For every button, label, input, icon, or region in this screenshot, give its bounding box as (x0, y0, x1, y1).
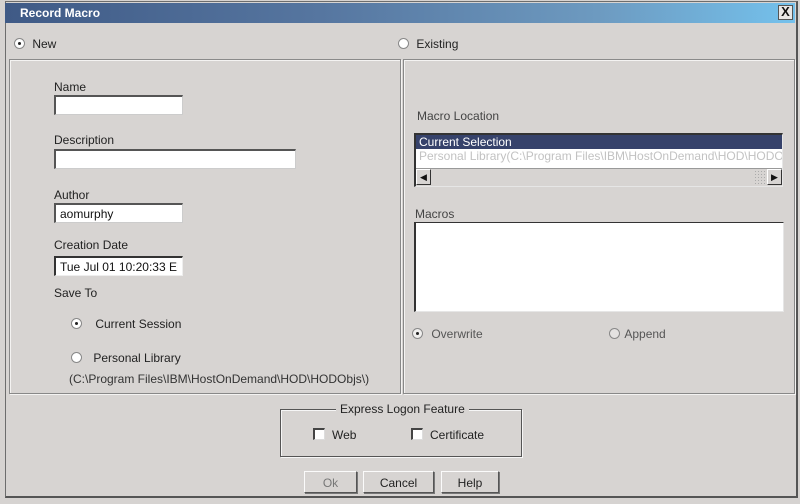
macros-list[interactable] (414, 222, 784, 312)
express-logon-legend: Express Logon Feature (336, 402, 469, 416)
author-input[interactable] (54, 203, 183, 223)
new-radio-option[interactable]: New (14, 36, 56, 51)
personal-library-label: Personal Library (93, 350, 181, 365)
new-radio-label: New (32, 36, 57, 51)
overwrite-label: Overwrite (431, 326, 483, 341)
append-option[interactable]: Append (609, 326, 666, 341)
author-label: Author (54, 188, 90, 202)
creation-date-label: Creation Date (54, 238, 129, 252)
name-label: Name (54, 80, 87, 94)
certificate-label: Certificate (430, 428, 485, 442)
cancel-button[interactable]: Cancel (363, 471, 434, 493)
creation-date-input[interactable] (54, 256, 183, 276)
personal-library-path: (C:\Program Files\IBM\HostOnDemand\HOD\H… (69, 372, 370, 386)
macro-location-item-personal-library[interactable]: Personal Library(C:\Program Files\IBM\Ho… (416, 149, 782, 163)
overwrite-radio[interactable] (412, 328, 423, 340)
current-session-label: Current Session (95, 316, 182, 331)
existing-radio-option[interactable]: Existing (398, 36, 458, 51)
macros-label: Macros (415, 207, 455, 221)
close-icon: X (781, 4, 790, 19)
title-bar[interactable]: Record Macro X (5, 3, 795, 23)
name-input[interactable] (54, 95, 183, 115)
macro-location-label: Macro Location (417, 109, 500, 123)
dialog-title: Record Macro (20, 6, 101, 20)
scroll-right-button[interactable]: ▶ (767, 169, 782, 185)
web-label: Web (332, 428, 357, 442)
save-to-personal-library-option[interactable]: Personal Library (71, 350, 181, 365)
existing-radio[interactable] (398, 38, 409, 50)
certificate-checkbox[interactable] (411, 428, 423, 440)
web-checkbox[interactable] (313, 428, 325, 440)
save-to-label: Save To (54, 286, 98, 300)
overwrite-option[interactable]: Overwrite (412, 326, 483, 341)
append-radio[interactable] (609, 328, 620, 340)
help-button[interactable]: Help (441, 471, 499, 493)
arrow-left-icon: ◀ (420, 172, 427, 182)
ok-button[interactable]: Ok (304, 471, 357, 493)
macro-location-item-current-selection[interactable]: Current Selection (416, 135, 782, 149)
horizontal-scrollbar[interactable]: ◀ ▶ (416, 168, 782, 186)
existing-radio-label: Existing (416, 36, 459, 51)
arrow-right-icon: ▶ (771, 172, 778, 182)
scroll-left-button[interactable]: ◀ (416, 169, 431, 185)
description-label: Description (54, 133, 115, 147)
description-input[interactable] (54, 149, 296, 169)
personal-library-radio[interactable] (71, 352, 82, 364)
scrollbar-thumb[interactable] (754, 170, 766, 184)
append-label: Append (624, 326, 666, 341)
close-button[interactable]: X (778, 5, 793, 20)
save-to-current-session-option[interactable]: Current Session (71, 316, 181, 331)
macro-location-list[interactable]: Current Selection Personal Library(C:\Pr… (414, 133, 783, 187)
current-session-radio[interactable] (71, 318, 82, 330)
new-radio[interactable] (14, 38, 25, 50)
